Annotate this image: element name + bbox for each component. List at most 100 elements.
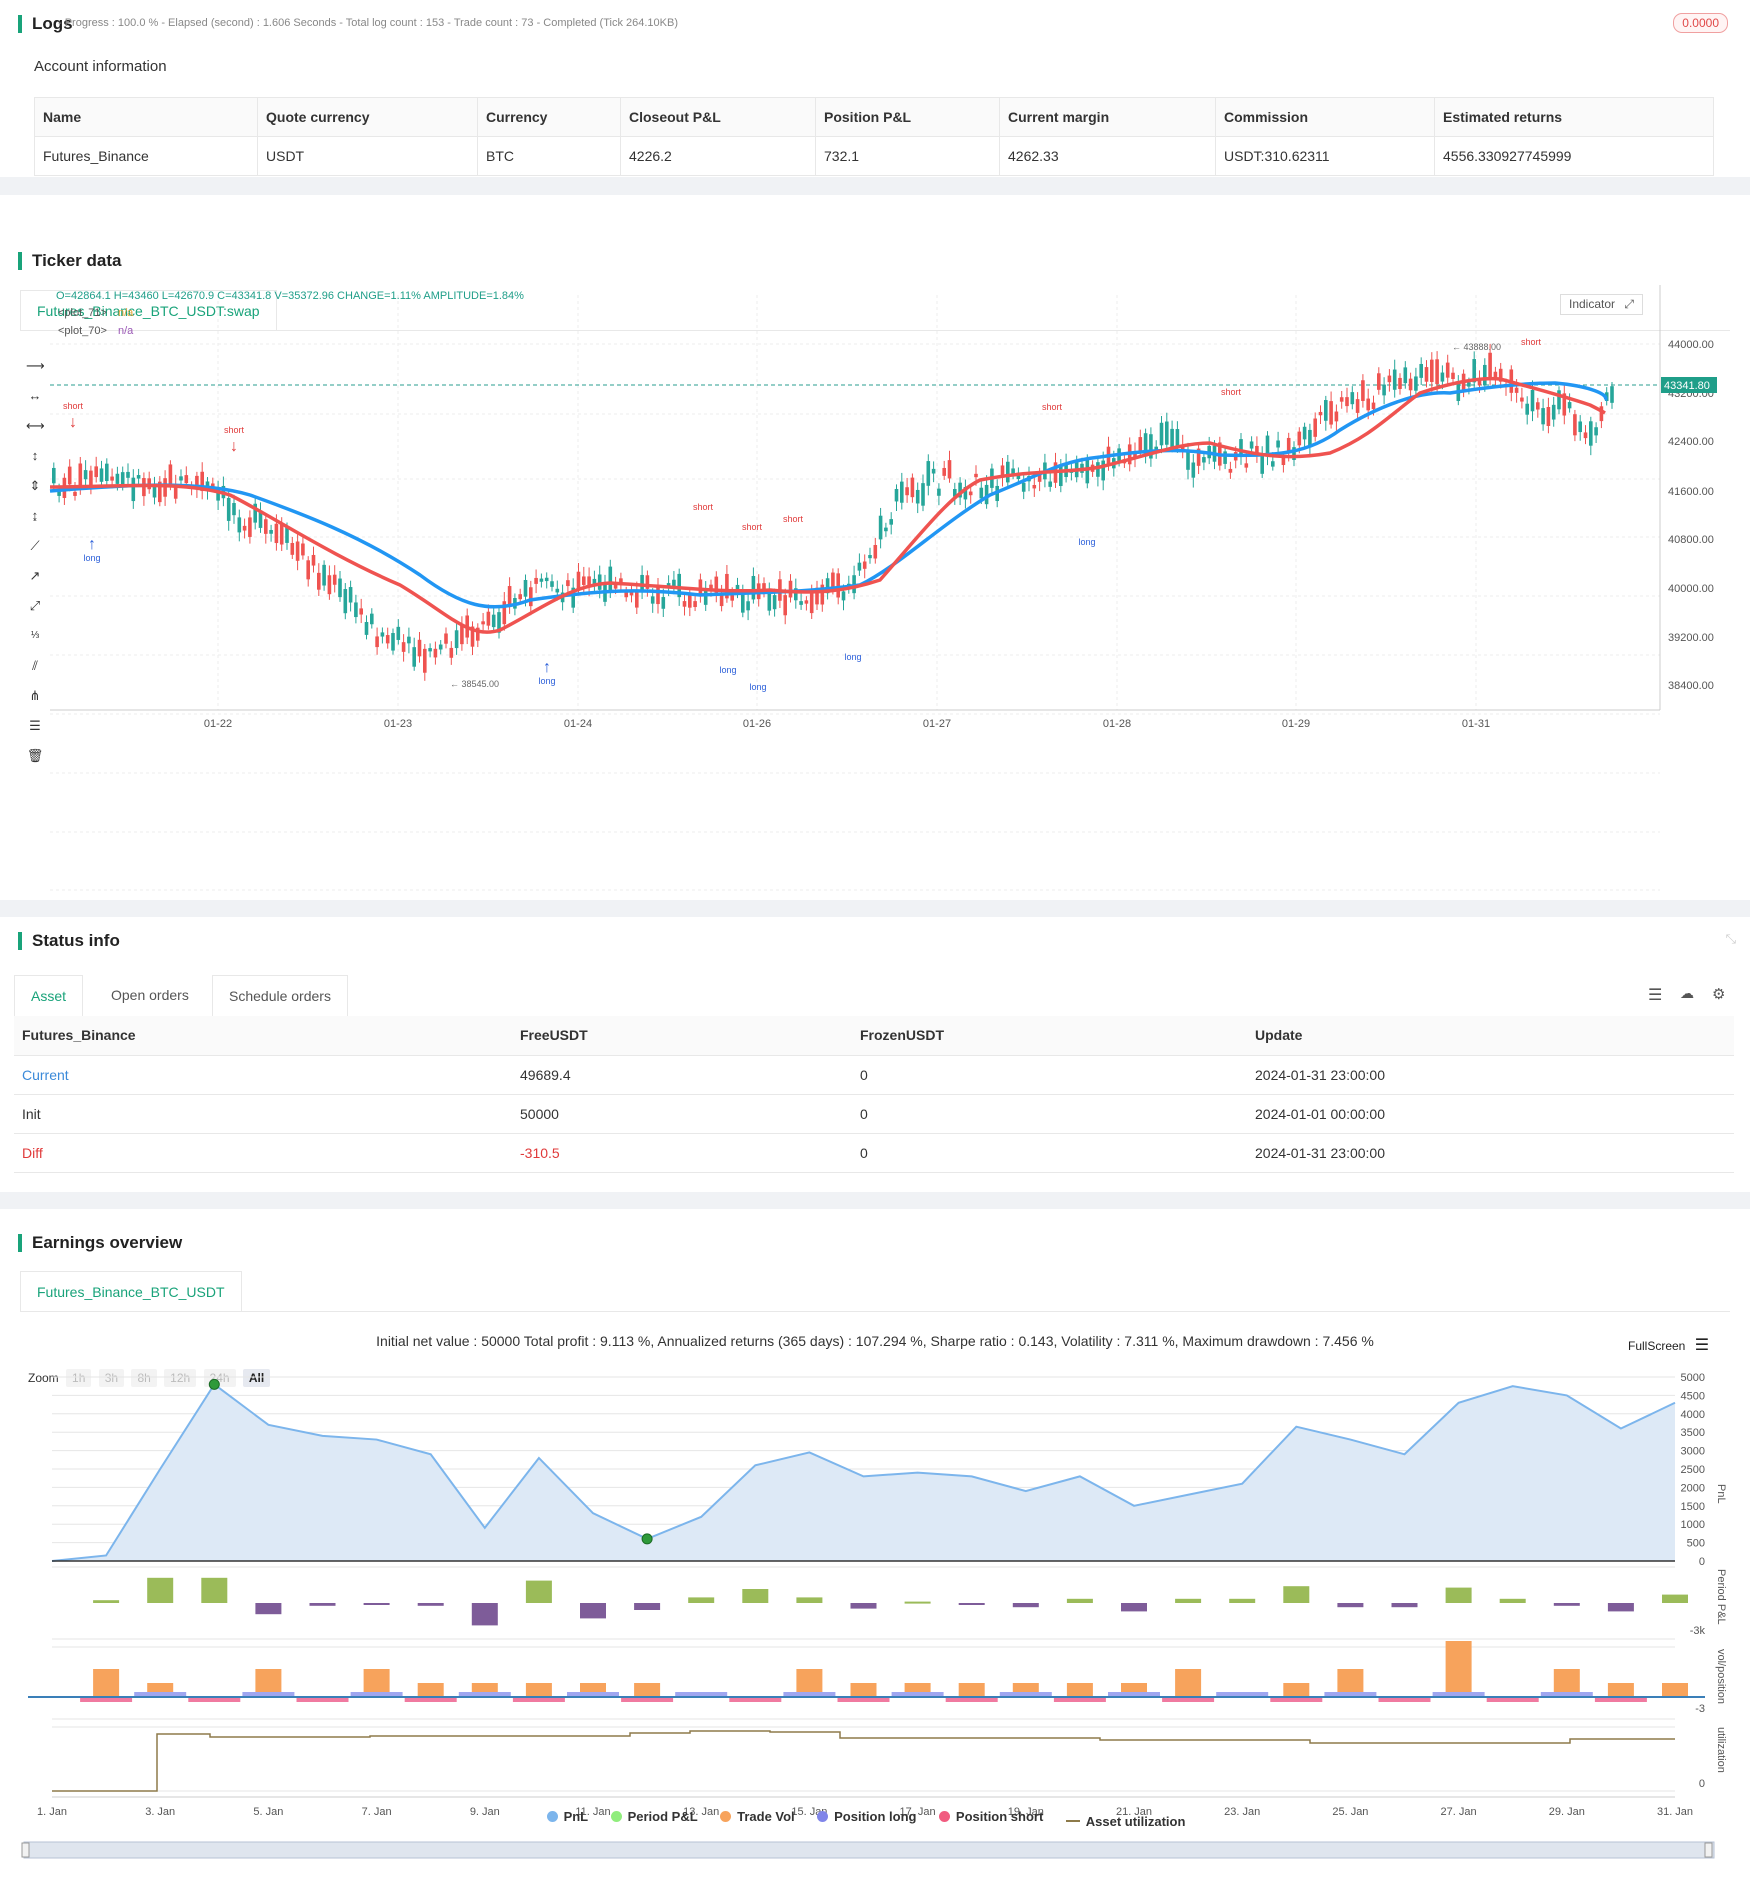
account-cell: 4226.2 xyxy=(620,136,816,176)
period-pnl-bar xyxy=(850,1603,877,1609)
pnl-min-marker xyxy=(641,1533,653,1545)
period-pnl-bar xyxy=(742,1589,769,1603)
list-view-icon[interactable]: ☰ xyxy=(1648,985,1662,1005)
marker-short: short xyxy=(224,425,245,435)
period-pnl-bar xyxy=(1229,1598,1256,1603)
candle-body xyxy=(1414,376,1418,391)
ohlc-readout: O=42864.1 H=43460 L=42670.9 C=43341.8 V=… xyxy=(56,290,524,302)
account-cell: USDT xyxy=(257,136,478,176)
candle-body xyxy=(444,633,448,644)
candle-body xyxy=(529,587,533,607)
candle-body xyxy=(486,611,491,626)
legend-period-label: Period P&L xyxy=(627,1809,698,1824)
legend-period-pnl[interactable]: Period P&L xyxy=(610,1809,698,1824)
candle-body xyxy=(1525,403,1529,415)
legend-asset-utilization[interactable]: Asset utilization xyxy=(1065,1814,1185,1829)
pnl-max-marker xyxy=(208,1378,220,1390)
candle-body xyxy=(1138,437,1143,451)
candle-body xyxy=(438,644,443,650)
period-pnl-bar xyxy=(525,1580,552,1603)
account-cell: 732.1 xyxy=(815,136,1000,176)
candle-body xyxy=(926,461,931,486)
candle-body xyxy=(518,594,522,600)
candle-body xyxy=(1271,461,1275,467)
x-tick: 01-29 xyxy=(1282,718,1310,730)
period-pnl-bar xyxy=(147,1577,174,1603)
status-heading: Status info xyxy=(18,932,120,950)
candle-body xyxy=(741,592,745,613)
pnl-tick: 2000 xyxy=(1681,1482,1705,1494)
navigator-handle-right xyxy=(1704,1842,1713,1858)
plot71-label: <plot_71> xyxy=(58,307,107,319)
candle-body xyxy=(719,594,724,607)
candle-body xyxy=(454,630,459,649)
candle-body xyxy=(1048,481,1052,487)
candle-body xyxy=(1350,392,1355,405)
collapse-icon[interactable]: ⤡ xyxy=(1726,931,1736,947)
marker-short: short xyxy=(1221,387,1242,397)
legend-trade-vol[interactable]: Trade Vol xyxy=(720,1809,795,1824)
tab-schedule-orders[interactable]: Schedule orders xyxy=(212,975,348,1016)
candle-body xyxy=(168,464,173,486)
candle-body xyxy=(1191,462,1196,478)
period-pnl-bar xyxy=(634,1603,661,1610)
account-row: Futures_Binance USDT BTC 4226.2 732.1 42… xyxy=(34,136,1714,176)
candle-body xyxy=(1334,411,1339,422)
tab-open-orders[interactable]: Open orders xyxy=(95,975,205,1015)
legend-position-long[interactable]: Position long xyxy=(817,1809,916,1824)
expand-icon[interactable]: ⤢ xyxy=(1624,297,1634,311)
earnings-chart[interactable]: 5000450040003500300025002000150010005000… xyxy=(0,1209,1750,1891)
legend-pnl[interactable]: PnL xyxy=(546,1809,588,1824)
candle-body xyxy=(396,626,401,640)
x-tick: 01-24 xyxy=(564,718,592,730)
candle-body xyxy=(348,587,353,603)
marker-short: short xyxy=(1042,402,1063,412)
axis-pnl-label: PnL xyxy=(1715,1484,1727,1504)
settings-gear-icon[interactable]: ⚙ xyxy=(1712,985,1725,1003)
legend-vol-label: Trade Vol xyxy=(737,1809,795,1824)
candle-body xyxy=(99,468,104,482)
candle-body xyxy=(539,578,544,582)
candle-body xyxy=(417,639,422,657)
indicator-button-label: Indicator xyxy=(1569,297,1616,311)
candle-body xyxy=(836,573,840,598)
candle-body xyxy=(730,595,734,601)
candle-body xyxy=(1382,384,1386,396)
row-name-current[interactable]: Current xyxy=(14,1055,512,1095)
period-pnl-bar xyxy=(93,1600,120,1603)
candle-body xyxy=(412,647,416,667)
candle-body xyxy=(1302,426,1307,440)
indicator-button[interactable]: Indicator ⤢ xyxy=(1560,294,1643,315)
candle-body xyxy=(1011,468,1015,474)
x-tick: 01-31 xyxy=(1462,718,1490,730)
candle-body xyxy=(1589,421,1593,446)
candle-body xyxy=(385,635,390,644)
candle-body xyxy=(1170,428,1174,449)
period-pnl-bar xyxy=(796,1597,823,1603)
candle-body xyxy=(788,580,793,598)
candle-body xyxy=(78,463,83,488)
legend-position-short[interactable]: Position short xyxy=(938,1809,1043,1824)
earnings-legend: PnL Period P&L Trade Vol Position long P… xyxy=(0,1809,1750,1829)
candle-body xyxy=(301,543,305,556)
candle-body xyxy=(873,545,878,559)
candle-body xyxy=(449,647,454,658)
candle-body xyxy=(1286,437,1291,452)
status-section: Status info ⤡ Asset Open orders Schedule… xyxy=(0,917,1750,1192)
cell-free: 50000 xyxy=(512,1094,852,1134)
earnings-section: Earnings overview Futures_Binance_BTC_US… xyxy=(0,1209,1750,1891)
candle-body xyxy=(248,517,252,537)
tab-asset[interactable]: Asset xyxy=(14,975,84,1016)
candle-body xyxy=(544,577,549,582)
period-pnl-bar xyxy=(471,1603,498,1626)
candle-body xyxy=(433,648,438,658)
pnl-tick: 2500 xyxy=(1681,1464,1705,1476)
candle-body xyxy=(184,475,189,484)
candle-body xyxy=(703,589,708,605)
period-pnl-bar xyxy=(1283,1586,1310,1603)
candle-body xyxy=(295,541,300,561)
candle-body xyxy=(1530,389,1535,412)
x-tick: 01-22 xyxy=(204,718,232,730)
candle-body xyxy=(354,602,358,618)
cloud-download-icon[interactable]: ☁ xyxy=(1680,985,1694,1002)
